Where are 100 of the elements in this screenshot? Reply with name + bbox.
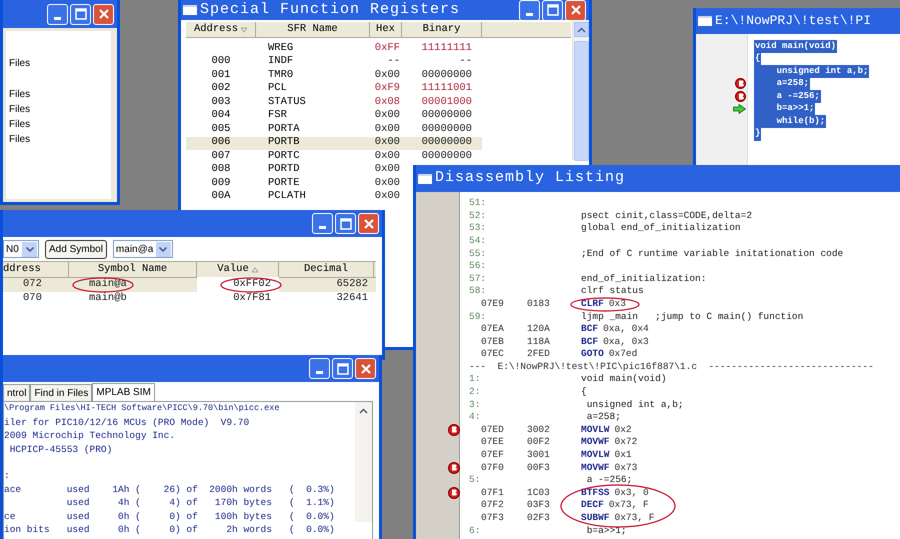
maximize-button[interactable] [542, 0, 563, 20]
table-cell: PORTB [268, 136, 300, 148]
table-row[interactable]: 007 PORTC 0x00 00000000 [186, 150, 482, 164]
line-number: 55: [468, 246, 488, 261]
column-header[interactable]: Binary [402, 22, 482, 37]
tree-item[interactable]: Files [6, 87, 111, 102]
table-cell: 0x00 [374, 109, 400, 122]
table-row[interactable]: 072 main@a 0xFF02 65282 [3, 278, 376, 292]
table-row[interactable]: 008 PORTD 0x00 [186, 164, 402, 177]
table-cell: 0x00 [374, 68, 400, 81]
close-button[interactable] [355, 358, 376, 379]
column-header[interactable]: Decimal [279, 262, 374, 277]
column-header[interactable]: SFR Name [256, 22, 370, 37]
mnemonic: MOVWF [581, 460, 610, 475]
table-row[interactable]: 001 TMR0 0x00 00000000 [186, 69, 482, 82]
table-row[interactable]: 006 PORTB 0x00 00000000 [186, 136, 482, 150]
table-row[interactable]: 002 PCL 0xF9 11111001 [186, 82, 482, 96]
table-cell: 005 [212, 122, 230, 135]
operand: 0x2 [614, 422, 632, 437]
scrollbar[interactable] [572, 20, 589, 160]
dropdown[interactable]: main@a [112, 240, 173, 258]
sort-icon [241, 26, 248, 32]
table-cell: 0x00 [374, 136, 400, 148]
close-button[interactable] [565, 0, 586, 20]
opcode: 3002 [527, 422, 551, 437]
scroll-thumb[interactable] [574, 41, 588, 161]
line-number: 53: [468, 221, 488, 236]
file-separator: --- E:\!NowPRJ\!test\!PIC\pic16f887\1.c ----------------------------- [468, 360, 874, 374]
tree-item[interactable]: Files [6, 117, 111, 132]
tab[interactable]: ntrol [3, 384, 30, 401]
source-line: psect cinit,class=CODE,delta=2 [581, 208, 752, 223]
opcode: 00F3 [527, 460, 551, 475]
tab[interactable]: Find in Files [30, 384, 92, 401]
close-icon [360, 362, 372, 374]
maximize-icon [74, 8, 86, 20]
minimize-button[interactable] [312, 213, 333, 234]
output-line: iler for PIC10/12/16 MCUs (PRO Mode) V9.70 [4, 416, 250, 429]
table-cell: PORTD [268, 163, 300, 176]
table-row[interactable]: 005 PORTA 0x00 00000000 [186, 123, 482, 136]
maximize-button[interactable] [70, 4, 91, 24]
table-cell: 00000000 [422, 109, 472, 122]
line-number: 51: [468, 196, 488, 210]
table-row[interactable]: 00A PCLATH 0x00 [186, 190, 402, 204]
line-number: 52: [468, 208, 488, 223]
table-cell: 0x7F81 [233, 292, 271, 304]
minimize-button[interactable] [309, 358, 330, 379]
column-header[interactable]: Address [186, 22, 256, 37]
minimize-button[interactable] [47, 4, 68, 24]
tree-item[interactable]: Files [6, 102, 111, 117]
column-header[interactable]: Hex [370, 22, 402, 37]
column-header[interactable]: Symbol Name [69, 262, 197, 277]
instruction-address: 07F2 [480, 498, 505, 512]
table-cell: 002 [212, 82, 230, 94]
maximize-button[interactable] [335, 213, 356, 234]
table-cell: 0x00 [374, 150, 400, 162]
maximize-button[interactable] [332, 358, 353, 379]
annotation-ellipse [220, 277, 282, 293]
scroll-up-icon [359, 408, 368, 414]
close-button[interactable] [358, 213, 379, 234]
operand: 0x73, F [614, 511, 654, 526]
source-line: ;End of C runtime variable initationation code [581, 246, 844, 261]
opcode: 00F2 [527, 435, 551, 450]
table-cell: 00000000 [422, 122, 472, 135]
tab[interactable]: MPLAB SIM [92, 383, 155, 401]
instruction-address: 07F0 [480, 460, 505, 475]
table-row[interactable]: WREG 0xFF 11111111 [186, 42, 482, 56]
minimize-button[interactable] [519, 0, 540, 20]
opcode: 3001 [527, 448, 551, 462]
tree-item[interactable]: Files [6, 56, 111, 71]
column-header[interactable]: ddress [3, 262, 69, 277]
source-line: b=a>>1; [586, 524, 627, 538]
table-row[interactable]: 004 FSR 0x00 00000000 [186, 110, 482, 123]
table-row[interactable]: 003 STATUS 0x08 00001000 [186, 96, 482, 110]
sort-icon [252, 266, 258, 272]
table-row[interactable]: 009 PORTE 0x00 [186, 177, 402, 190]
line-number: 1: [468, 372, 482, 386]
instruction-address: 07EC [480, 347, 505, 362]
operand: 0x7ed [608, 347, 638, 362]
close-button[interactable] [93, 4, 114, 24]
dropdown[interactable]: N0 [3, 240, 39, 258]
opcode: 02F3 [527, 511, 551, 526]
table-cell: 072 [23, 278, 42, 290]
close-icon [570, 4, 582, 16]
table-row[interactable]: 000 INDF -- -- [186, 56, 482, 69]
operand: 0xa, 0x3 [603, 334, 649, 349]
operand: 0x1 [614, 448, 632, 462]
table-cell: 007 [212, 150, 230, 162]
scrollbar[interactable] [355, 402, 372, 522]
window-icon [698, 16, 712, 26]
table-row[interactable]: 070 main@b 0x7F81 32641 [3, 292, 376, 306]
table-cell: -- [387, 55, 400, 68]
window-title: E:\!NowPRJ\!test\!PI [715, 12, 872, 30]
table-cell: PCL [268, 82, 287, 94]
table-cell: 11111111 [422, 42, 472, 54]
minimize-icon [319, 226, 326, 229]
opcode: 2FED [527, 347, 551, 362]
tree-item[interactable]: Files [6, 132, 111, 147]
add-symbol-button[interactable]: Add Symbol [45, 240, 107, 258]
table-cell: 0x00 [374, 176, 400, 189]
caret-icon [159, 246, 168, 252]
